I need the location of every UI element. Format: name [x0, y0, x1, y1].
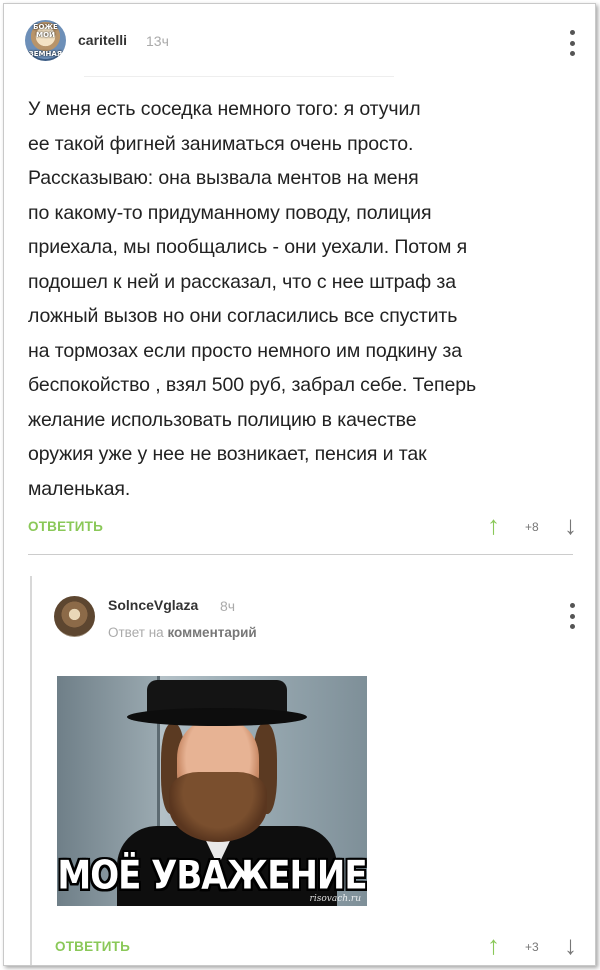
reply-button[interactable]: ОТВЕТИТЬ — [28, 519, 103, 534]
more-vertical-icon[interactable] — [569, 30, 575, 56]
rating-score: +8 — [525, 520, 539, 534]
comment-time: 13ч — [146, 33, 169, 49]
avatar[interactable]: БОЖЕ МОЙ ЗЕМНАЯ — [25, 20, 66, 61]
meme-watermark: risovach.ru — [309, 894, 361, 904]
divider — [84, 76, 394, 77]
meme-beard — [169, 772, 267, 842]
arrow-down-icon[interactable]: ↓ — [564, 512, 577, 538]
thread-branch-line[interactable] — [30, 576, 32, 965]
arrow-up-icon[interactable]: ↑ — [487, 512, 500, 538]
reply-time: 8ч — [220, 598, 236, 614]
meme-caption: МОЁ УВАЖЕНИЕ — [57, 853, 367, 899]
comment-thread: БОЖЕ МОЙ ЗЕМНАЯ caritelli 13ч У меня ест… — [3, 3, 596, 966]
meme-hat-brim — [127, 708, 307, 726]
arrow-down-icon[interactable]: ↓ — [564, 932, 577, 958]
arrow-up-icon[interactable]: ↑ — [487, 932, 500, 958]
reply-username[interactable]: SolnceVglaza — [108, 597, 198, 613]
comment-text: У меня есть соседка немного того: я отуч… — [28, 98, 477, 500]
avatar-caption-top: БОЖЕ МОЙ — [33, 23, 58, 39]
meme-image[interactable]: МОЁ УВАЖЕНИЕ risovach.ru — [57, 676, 367, 906]
reply-button[interactable]: ОТВЕТИТЬ — [55, 939, 130, 954]
reply-meta-prefix: Ответ на — [108, 625, 164, 640]
parent-comment-link[interactable]: комментарий — [167, 625, 256, 640]
avatar-caption-bottom: ЗЕМНАЯ — [28, 50, 63, 58]
username[interactable]: caritelli — [78, 32, 127, 48]
more-vertical-icon[interactable] — [569, 603, 575, 629]
rating-score: +3 — [525, 940, 539, 954]
reply-avatar[interactable] — [54, 596, 95, 637]
thread-divider — [28, 554, 573, 555]
reply-meta: Ответ на комментарий — [108, 625, 257, 640]
